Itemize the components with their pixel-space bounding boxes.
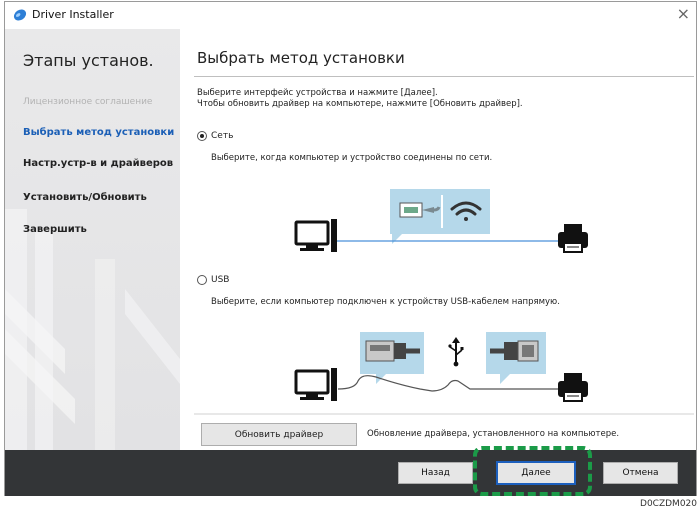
network-panel [390, 189, 490, 244]
step-select-install-method: Выбрать метод установки [23, 127, 175, 138]
cancel-button[interactable]: Отмена [603, 462, 678, 484]
sidebar-decoration [5, 209, 180, 450]
step-install-update: Установить/Обновить [23, 192, 147, 203]
next-button-highlight [473, 446, 592, 496]
title-bar: Driver Installer × [5, 2, 696, 29]
footer-bar: Назад Далее Отмена [5, 450, 696, 496]
usb-printer-icon [558, 373, 588, 402]
window-title: Driver Installer [32, 8, 114, 21]
usb-symbol-icon [448, 337, 464, 367]
main-panel: Выбрать метод установки Выберите интерфе… [180, 29, 696, 450]
step-license-agreement: Лицензионное соглашение [23, 97, 153, 107]
step-finish: Завершить [23, 224, 87, 235]
usb-radio[interactable] [197, 275, 207, 285]
update-driver-button[interactable]: Обновить драйвер [201, 423, 357, 446]
update-driver-description: Обновление драйвера, установленного на к… [367, 429, 620, 439]
back-button[interactable]: Назад [398, 462, 473, 484]
step-device-driver-settings: Настр.устр-в и драйверов [23, 158, 174, 169]
driver-installer-icon [13, 9, 27, 21]
usb-radio-option[interactable]: USB [197, 275, 229, 285]
usb-option-description: Выберите, если компьютер подключен к уст… [211, 297, 560, 307]
usb-radio-label: USB [211, 275, 230, 285]
connection-diagram [194, 189, 694, 415]
figure-code: D0CZDM020 [640, 499, 697, 509]
usb-computer-icon [294, 368, 337, 401]
usb-plug-b-panel [486, 332, 546, 384]
sidebar-title: Этапы установ. [23, 51, 154, 70]
installer-window: Driver Installer × Этапы установ. Лиценз… [4, 1, 697, 496]
printer-icon [558, 224, 588, 253]
computer-icon [294, 219, 337, 252]
steps-sidebar: Этапы установ. Лицензионное соглашение В… [5, 29, 180, 450]
close-icon[interactable]: × [677, 4, 690, 24]
